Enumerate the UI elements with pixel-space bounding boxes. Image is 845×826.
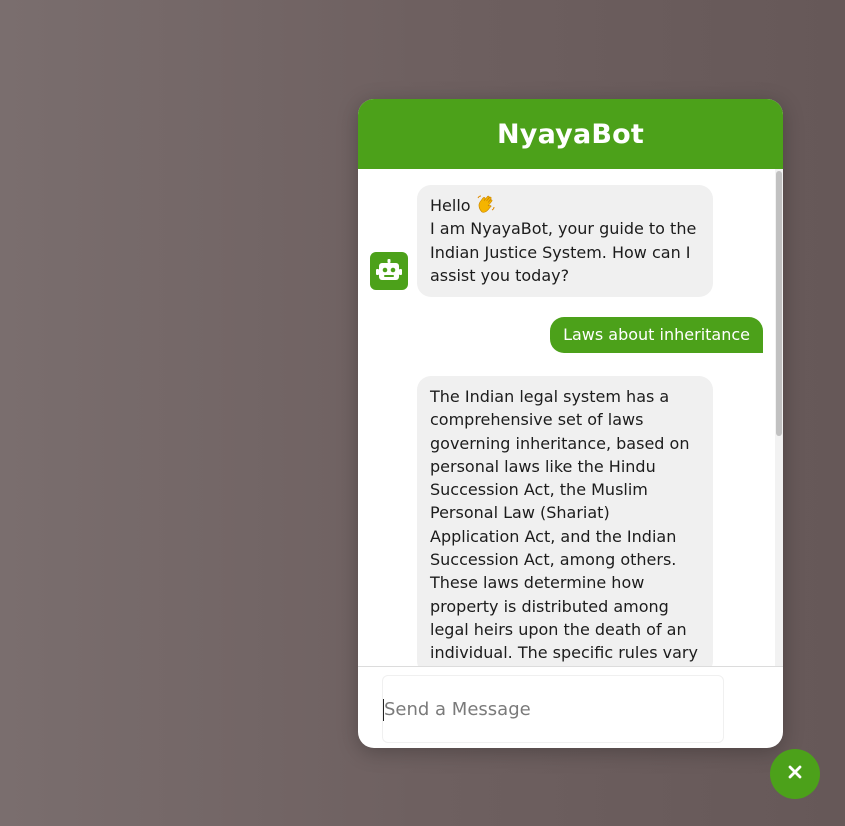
robot-icon	[370, 252, 408, 290]
chat-window: NyayaBot Hello I am NyayaBot, your guide…	[358, 99, 783, 748]
waving-hand-icon	[476, 194, 496, 214]
divider	[358, 666, 783, 667]
user-message: Laws about inheritance	[550, 317, 763, 353]
bot-message-text: I am NyayaBot, your guide to the Indian …	[430, 219, 697, 285]
bot-message-text: The Indian legal system has a comprehens…	[430, 387, 698, 663]
text-caret	[383, 699, 384, 721]
chat-header: NyayaBot	[358, 99, 783, 169]
close-icon	[787, 764, 803, 784]
chat-title: NyayaBot	[496, 118, 645, 150]
user-message-text: Laws about inheritance	[563, 325, 750, 344]
close-chat-button[interactable]	[770, 749, 820, 799]
greeting-text: Hello	[430, 196, 471, 215]
bot-message: The Indian legal system has a comprehens…	[417, 376, 713, 666]
bot-message: Hello I am NyayaBot, your guide to the I…	[417, 185, 713, 298]
message-input-box[interactable]	[382, 675, 724, 743]
message-input[interactable]	[383, 676, 723, 742]
message-list[interactable]: Hello I am NyayaBot, your guide to the I…	[358, 169, 783, 666]
scrollbar-thumb[interactable]	[776, 171, 782, 436]
